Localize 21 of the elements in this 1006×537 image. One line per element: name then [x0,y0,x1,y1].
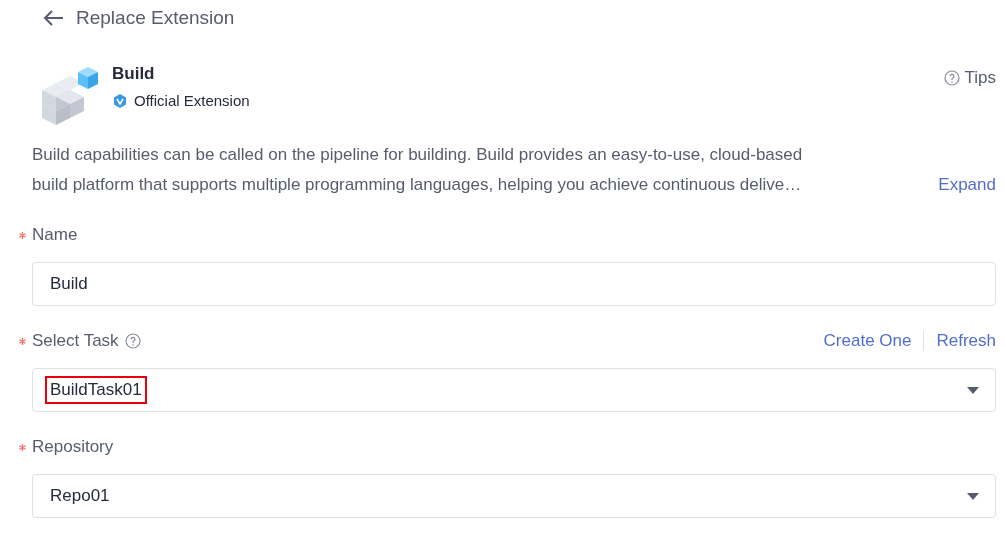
highlighted-value: BuildTask01 [45,376,147,404]
field-label: Select Task [32,331,119,351]
description-line: Build capabilities can be called on the pipeline for building. Build provides an easy-to-use, cloud-based [32,144,803,166]
action-link[interactable]: Refresh [936,331,996,351]
description-line: build platform that supports multiple programming languages, helping you achieve continuous delive… [32,174,802,196]
hexagon-badge-icon [112,92,128,109]
caret-icon [967,492,979,500]
text-field[interactable]: Build [32,262,996,306]
badge-label: Official Extension [134,92,250,109]
help-icon [943,70,960,86]
back-arrow-icon[interactable] [42,9,64,27]
tips-link[interactable]: Tips [943,68,996,88]
field-label: Repository [32,437,114,457]
action-link[interactable]: Create One [823,331,912,351]
extension-name: Build [112,64,156,84]
page-title: Replace Extension [76,7,235,29]
expand-link[interactable]: Expand [938,170,996,200]
caret-icon [967,386,979,394]
select-field[interactable]: BuildTask01 [32,368,996,412]
select-field[interactable]: Repo01 [32,474,996,518]
field-label: Name [32,225,78,245]
